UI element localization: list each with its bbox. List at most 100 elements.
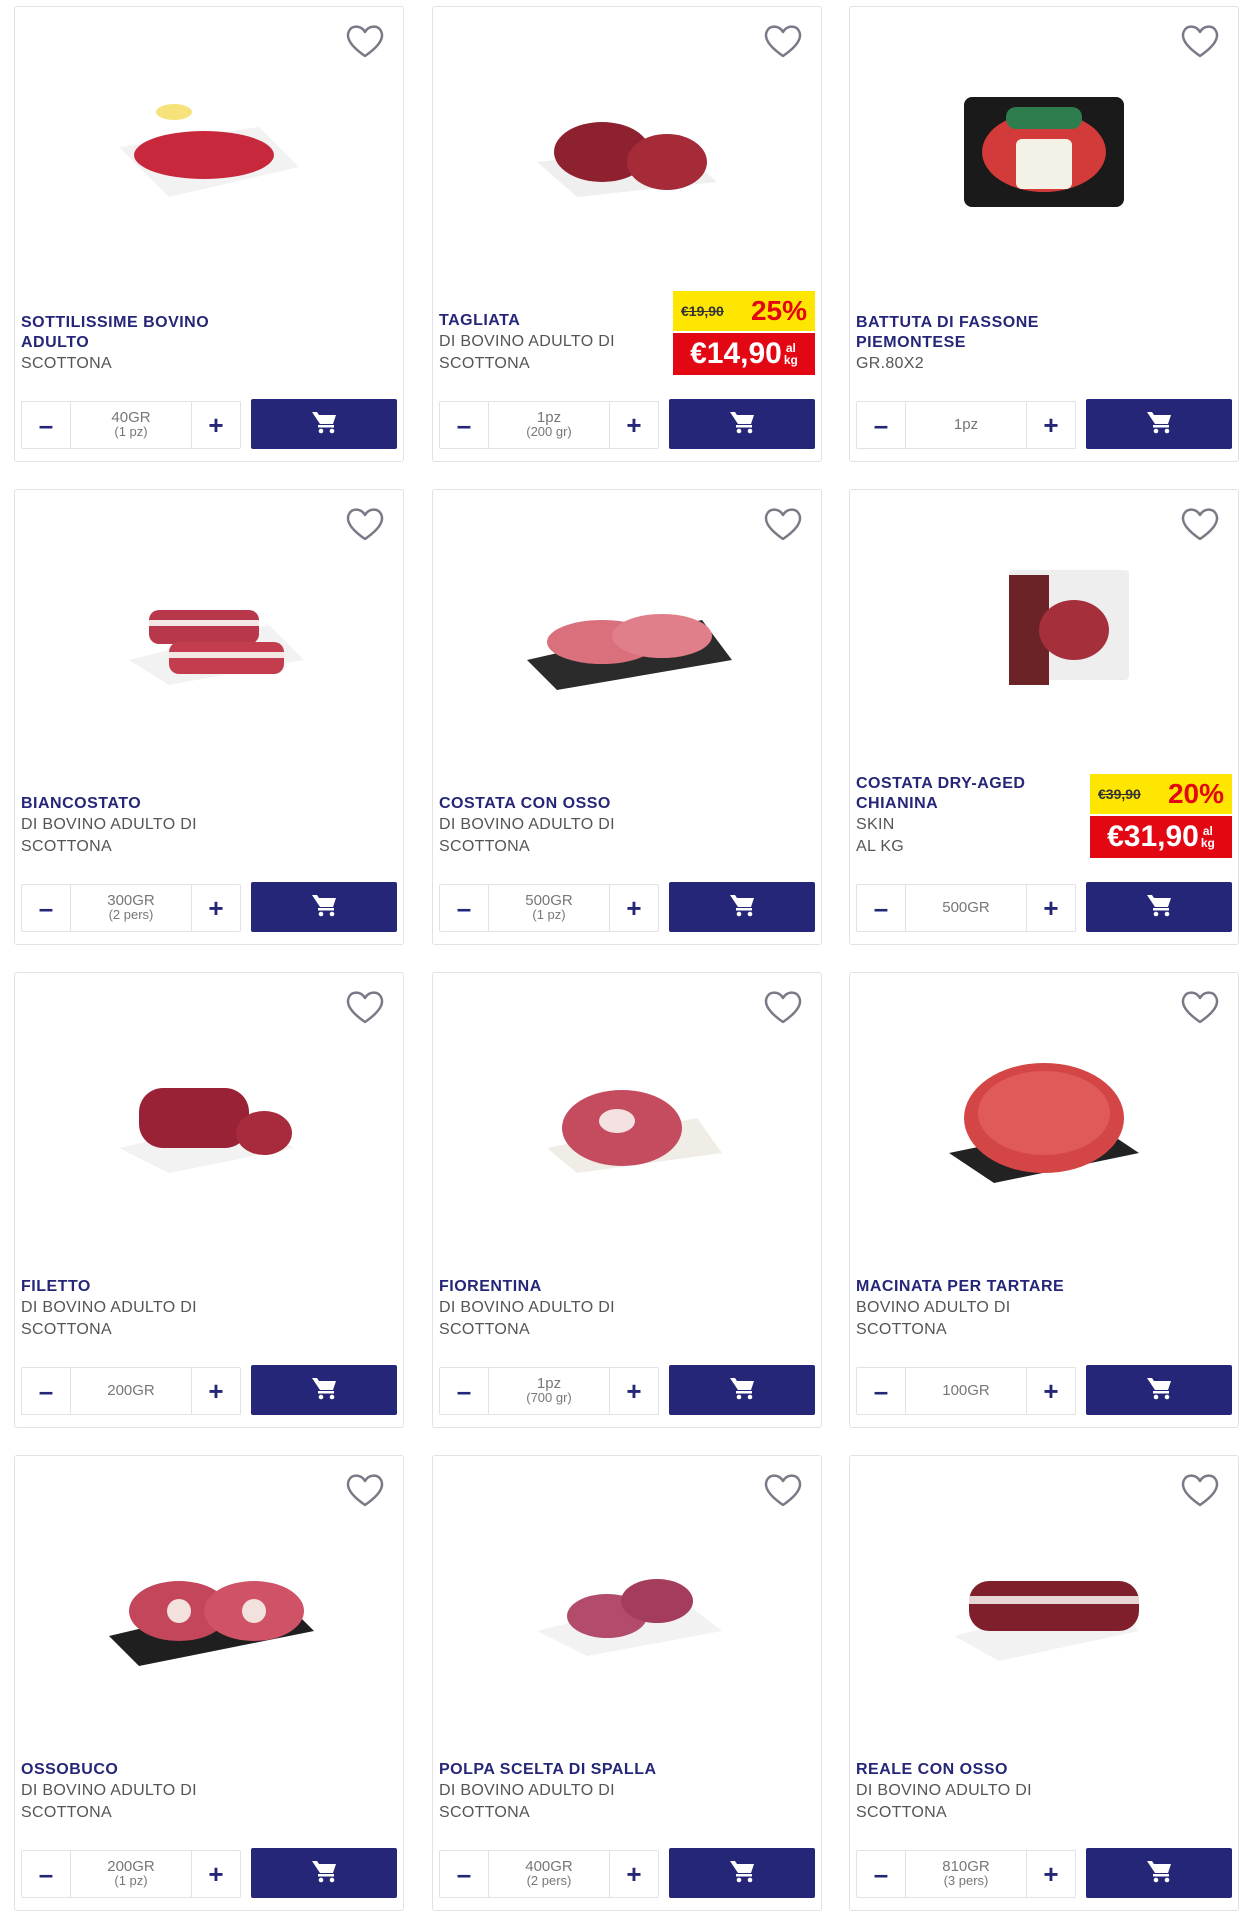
product-card[interactable]: COSTATA CON OSSO DI BOVINO ADULTO DI SCOTT…: [432, 489, 822, 945]
plus-icon[interactable]: +: [610, 1368, 658, 1414]
product-card[interactable]: SOTTILISSIME BOVINO ADULTO SCOTTONA –40GR(…: [14, 6, 404, 462]
minus-icon[interactable]: –: [440, 885, 488, 931]
product-subtitle: DI BOVINO ADULTO DI: [439, 816, 615, 833]
plus-icon[interactable]: +: [610, 1851, 658, 1897]
product-card[interactable]: OSSOBUCO DI BOVINO ADULTO DI SCOTTONA –200G…: [14, 1455, 404, 1911]
add-to-cart-button[interactable]: [669, 1848, 815, 1898]
quantity-value: 200GR: [70, 1368, 192, 1414]
plus-icon[interactable]: +: [610, 402, 658, 448]
heart-outline-icon[interactable]: [1180, 506, 1220, 542]
heart-outline-icon[interactable]: [345, 1472, 385, 1508]
product-image[interactable]: [924, 550, 1164, 720]
quantity-value: 1pz (200 gr): [488, 402, 610, 448]
minus-icon[interactable]: –: [22, 1368, 70, 1414]
product-subtitle: DI BOVINO ADULTO DI: [21, 816, 197, 833]
minus-icon[interactable]: –: [22, 885, 70, 931]
product-name[interactable]: OSSOBUCO: [21, 1760, 251, 1780]
heart-outline-icon[interactable]: [763, 1472, 803, 1508]
minus-icon[interactable]: –: [22, 1851, 70, 1897]
plus-icon[interactable]: +: [1027, 402, 1075, 448]
add-to-cart-button[interactable]: [1086, 882, 1232, 932]
shopping-cart-icon: [729, 1376, 755, 1405]
product-name[interactable]: POLPA SCELTA DI SPALLA: [439, 1760, 669, 1780]
heart-outline-icon[interactable]: [1180, 989, 1220, 1025]
product-info: MACINATA PER TARTARE BOVINO ADULTO DI SCOT…: [856, 1277, 1232, 1341]
plus-icon[interactable]: +: [1027, 1851, 1075, 1897]
add-to-cart-button[interactable]: [1086, 1365, 1232, 1415]
product-name[interactable]: COSTATA DRY-AGED CHIANINA: [856, 774, 1086, 814]
heart-outline-icon[interactable]: [1180, 23, 1220, 59]
add-to-cart-button[interactable]: [251, 882, 397, 932]
plus-icon[interactable]: +: [192, 1368, 240, 1414]
quantity-detail: (2 pers): [108, 907, 154, 922]
minus-icon[interactable]: –: [857, 402, 905, 448]
product-card[interactable]: MACINATA PER TARTARE BOVINO ADULTO DI SCOT…: [849, 972, 1239, 1428]
minus-icon[interactable]: –: [857, 1368, 905, 1414]
product-card[interactable]: TAGLIATA DI BOVINO ADULTO DI SCOTTONA €19,9…: [432, 6, 822, 462]
product-name[interactable]: FILETTO: [21, 1277, 251, 1297]
heart-outline-icon[interactable]: [1180, 1472, 1220, 1508]
add-to-cart-button[interactable]: [251, 1848, 397, 1898]
product-name[interactable]: BATTUTA DI FASSONE PIEMONTESE: [856, 313, 1086, 353]
minus-icon[interactable]: –: [22, 402, 70, 448]
product-subtitle-2: SCOTTONA: [856, 1804, 948, 1821]
product-image[interactable]: [89, 67, 329, 237]
shopping-cart-icon: [311, 410, 337, 439]
product-subtitle: DI BOVINO ADULTO DI: [439, 333, 615, 350]
product-image[interactable]: [507, 67, 747, 237]
product-card[interactable]: COSTATA DRY-AGED CHIANINA SKIN AL KG €39,90…: [849, 489, 1239, 945]
product-name[interactable]: MACINATA PER TARTARE: [856, 1277, 1086, 1297]
product-image[interactable]: [507, 1516, 747, 1686]
product-card[interactable]: FIORENTINA DI BOVINO ADULTO DI SCOTTONA –1p…: [432, 972, 822, 1428]
plus-icon[interactable]: +: [1027, 1368, 1075, 1414]
product-image[interactable]: [924, 1033, 1164, 1203]
product-image[interactable]: [89, 1516, 329, 1686]
quantity-stepper: –400GR (2 pers) +: [439, 1850, 659, 1898]
product-card[interactable]: POLPA SCELTA DI SPALLA DI BOVINO ADULTO D…: [432, 1455, 822, 1911]
plus-icon[interactable]: +: [1027, 885, 1075, 931]
product-card[interactable]: REALE CON OSSO DI BOVINO ADULTO DI SCOTTON…: [849, 1455, 1239, 1911]
add-to-cart-button[interactable]: [1086, 1848, 1232, 1898]
minus-icon[interactable]: –: [857, 1851, 905, 1897]
heart-outline-icon[interactable]: [345, 23, 385, 59]
product-card[interactable]: BATTUTA DI FASSONE PIEMONTESE GR.80X2 – 1pz…: [849, 6, 1239, 462]
minus-icon[interactable]: –: [440, 1851, 488, 1897]
plus-icon[interactable]: +: [610, 885, 658, 931]
plus-icon[interactable]: +: [192, 402, 240, 448]
product-image[interactable]: [924, 1516, 1164, 1686]
quantity-value: 810GR (3 pers): [905, 1851, 1027, 1897]
plus-icon[interactable]: +: [192, 885, 240, 931]
shopping-cart-icon: [729, 893, 755, 922]
minus-icon[interactable]: –: [440, 402, 488, 448]
add-to-cart-button[interactable]: [251, 399, 397, 449]
product-name[interactable]: SOTTILISSIME BOVINO ADULTO: [21, 313, 251, 353]
add-to-cart-button[interactable]: [669, 1365, 815, 1415]
minus-icon[interactable]: –: [857, 885, 905, 931]
product-image[interactable]: [89, 550, 329, 720]
product-name[interactable]: BIANCOSTATO: [21, 794, 251, 814]
product-name[interactable]: TAGLIATA: [439, 311, 669, 331]
minus-icon[interactable]: –: [440, 1368, 488, 1414]
heart-outline-icon[interactable]: [345, 506, 385, 542]
product-image[interactable]: [89, 1033, 329, 1203]
product-card[interactable]: FILETTO DI BOVINO ADULTO DI SCOTTONA – 200GR…: [14, 972, 404, 1428]
heart-outline-icon[interactable]: [763, 506, 803, 542]
product-name[interactable]: FIORENTINA: [439, 1277, 669, 1297]
product-image[interactable]: [507, 550, 747, 720]
quantity-stepper: – 500GR +: [856, 884, 1076, 932]
product-name[interactable]: COSTATA CON OSSO: [439, 794, 669, 814]
product-name[interactable]: REALE CON OSSO: [856, 1760, 1086, 1780]
add-to-cart-button[interactable]: [251, 1365, 397, 1415]
plus-icon[interactable]: +: [192, 1851, 240, 1897]
product-image[interactable]: [507, 1033, 747, 1203]
shopping-cart-icon: [729, 1859, 755, 1888]
add-to-cart-button[interactable]: [669, 882, 815, 932]
product-image[interactable]: [924, 67, 1164, 237]
heart-outline-icon[interactable]: [763, 23, 803, 59]
heart-outline-icon[interactable]: [763, 989, 803, 1025]
add-to-cart-button[interactable]: [1086, 399, 1232, 449]
add-to-cart-button[interactable]: [669, 399, 815, 449]
product-subtitle: SCOTTONA: [21, 355, 113, 372]
heart-outline-icon[interactable]: [345, 989, 385, 1025]
product-card[interactable]: BIANCOSTATO DI BOVINO ADULTO DI SCOTTONA –3…: [14, 489, 404, 945]
